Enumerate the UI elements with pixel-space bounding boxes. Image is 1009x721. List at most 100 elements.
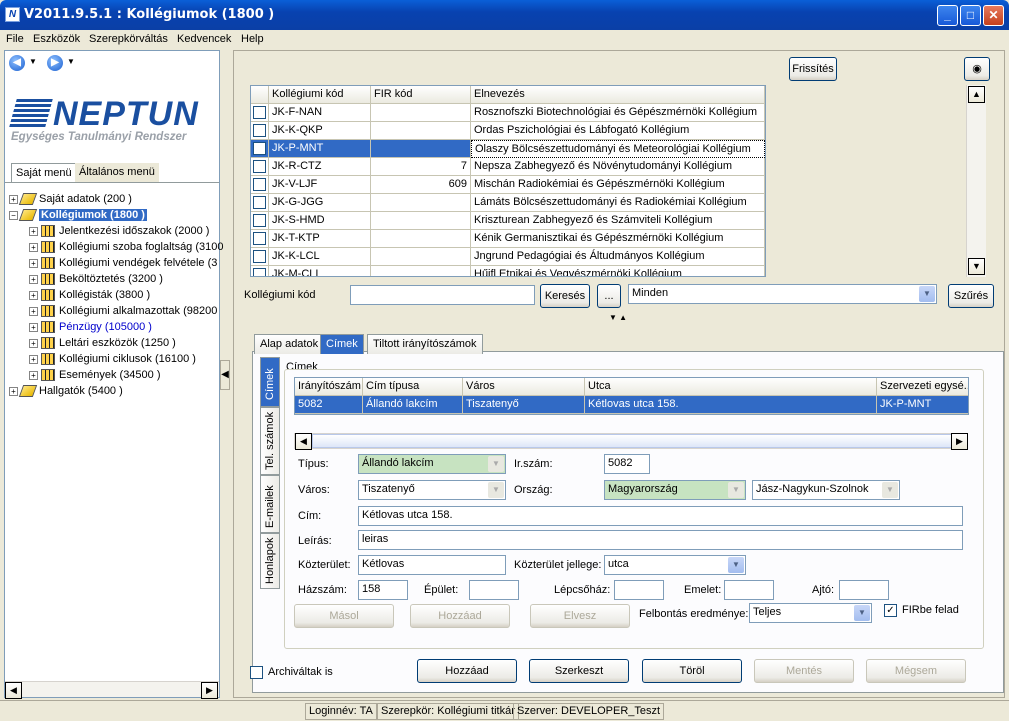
row-checkbox[interactable]: [253, 124, 266, 137]
table-cell[interactable]: Rosznofszki Biotechnológiai és Gépészmér…: [471, 104, 765, 122]
lepcsohaz-input[interactable]: [614, 580, 664, 600]
table-cell[interactable]: Hűjfl Etnikai és Vegyészmérnöki Kollégiu…: [471, 266, 765, 276]
close-button[interactable]: ✕: [983, 5, 1004, 26]
vtab-honlapok[interactable]: Honlapok: [260, 533, 280, 589]
table-cell[interactable]: [371, 212, 471, 230]
megye-select[interactable]: Jász-Nagykun-Szolnok ▼: [752, 480, 900, 500]
forward-dropdown-icon[interactable]: ▼: [67, 57, 75, 66]
elvesz-button[interactable]: Elvesz: [530, 604, 630, 628]
expand-icon[interactable]: +: [29, 322, 38, 332]
scroll-right-icon[interactable]: ▶: [201, 682, 218, 699]
tab-cimek[interactable]: Címek: [320, 334, 364, 354]
table-cell[interactable]: JK-S-HMD: [269, 212, 371, 230]
address-cell[interactable]: Állandó lakcím: [363, 396, 463, 414]
leiras-input[interactable]: leiras: [358, 530, 963, 550]
table-cell[interactable]: JK-K-QKP: [269, 122, 371, 140]
tree-node[interactable]: + Hallgatók (5400 ): [9, 385, 123, 398]
cim-input[interactable]: Kétlovas utca 158.: [358, 506, 963, 526]
address-cell[interactable]: 5082: [295, 396, 363, 414]
table-cell[interactable]: [371, 104, 471, 122]
chevron-down-icon[interactable]: ▼: [854, 605, 870, 621]
table-cell[interactable]: JK-M-CLI: [269, 266, 371, 276]
minimize-button[interactable]: _: [937, 5, 958, 26]
expand-icon[interactable]: +: [29, 258, 38, 268]
table-cell[interactable]: Lámáts Bölcsészettudományi és Radiokémia…: [471, 194, 765, 212]
row-checkbox[interactable]: [253, 214, 266, 227]
save-button[interactable]: Mentés: [754, 659, 854, 683]
tree-node[interactable]: + Kollégisták (3800 ): [29, 289, 150, 302]
chevron-down-icon[interactable]: ▼: [488, 456, 504, 472]
table-cell[interactable]: Jngrund Pedagógiai és Áltudmányos Kollég…: [471, 248, 765, 266]
forward-icon[interactable]: ▶: [47, 55, 63, 71]
refresh-button[interactable]: Frissítés: [789, 57, 837, 81]
tree-node[interactable]: + Kollégiumi alkalmazottak (98200: [29, 305, 217, 318]
column-header[interactable]: Kollégiumi kód: [269, 86, 371, 104]
table-cell[interactable]: Ordas Pszichológiai és Lábfogató Kollégi…: [471, 122, 765, 140]
address-column-header[interactable]: Város: [463, 378, 585, 396]
address-column-header[interactable]: Szervezeti egysé...: [877, 378, 968, 396]
grid-vscroll[interactable]: ▲ ▼: [966, 85, 986, 277]
archived-checkbox[interactable]: [250, 666, 263, 679]
row-checkbox[interactable]: [253, 196, 266, 209]
lookup-button[interactable]: ...: [597, 284, 621, 308]
vtab-tel-szamok[interactable]: Tel. számok: [260, 407, 280, 475]
chevron-down-icon[interactable]: ▼: [919, 286, 935, 302]
chevron-down-icon[interactable]: ▼: [728, 482, 744, 498]
tree-node[interactable]: + Pénzügy (105000 ): [29, 321, 152, 334]
scroll-right-icon[interactable]: ▶: [951, 433, 968, 450]
back-dropdown-icon[interactable]: ▼: [29, 57, 37, 66]
row-checkbox[interactable]: [253, 178, 266, 191]
epulet-input[interactable]: [469, 580, 519, 600]
tree-node[interactable]: + Kollégiumi szoba foglaltság (3100: [29, 241, 224, 254]
firbe-checkbox[interactable]: ✓: [884, 604, 897, 617]
kozterulet-input[interactable]: Kétlovas: [358, 555, 506, 575]
cancel-button[interactable]: Mégsem: [866, 659, 966, 683]
table-cell[interactable]: [371, 122, 471, 140]
column-header[interactable]: Elnevezés: [471, 86, 765, 104]
expand-icon[interactable]: +: [29, 306, 38, 316]
expand-icon[interactable]: +: [29, 338, 38, 348]
table-cell[interactable]: Mischán Radiokémiai és Gépészmérnöki Kol…: [471, 176, 765, 194]
table-cell[interactable]: JK-R-CTZ: [269, 158, 371, 176]
varos-select[interactable]: Tiszatenyő ▼: [358, 480, 506, 500]
scroll-thumb[interactable]: [312, 434, 952, 448]
scroll-left-icon[interactable]: ◀: [5, 682, 22, 699]
tab-sajat-menu[interactable]: Saját menü: [11, 163, 77, 183]
tree-hscroll[interactable]: ◀ ▶: [5, 681, 219, 699]
delete-button[interactable]: Töröl: [642, 659, 742, 683]
tree-node[interactable]: + Saját adatok (200 ): [9, 193, 132, 206]
masol-button[interactable]: Másol: [294, 604, 394, 628]
row-checkbox[interactable]: [253, 250, 266, 263]
table-cell[interactable]: JK-T-KTP: [269, 230, 371, 248]
edit-button[interactable]: Szerkeszt: [529, 659, 629, 683]
table-cell[interactable]: Olaszy Bölcsészettudományi és Meteorológ…: [471, 140, 765, 158]
hozzaad-address-button[interactable]: Hozzáad: [410, 604, 510, 628]
expand-icon[interactable]: +: [29, 290, 38, 300]
expand-icon[interactable]: +: [29, 226, 38, 236]
settings-icon[interactable]: ◉: [964, 57, 990, 81]
expand-icon[interactable]: +: [29, 242, 38, 252]
orszag-select[interactable]: Magyarország ▼: [604, 480, 746, 500]
tree-node[interactable]: + Események (34500 ): [29, 369, 161, 382]
table-cell[interactable]: JK-F-NAN: [269, 104, 371, 122]
scroll-down-icon[interactable]: ▼: [968, 258, 985, 275]
ajto-input[interactable]: [839, 580, 889, 600]
tab-tiltott-iranyitoszamok[interactable]: Tiltott irányítószámok: [367, 334, 483, 354]
search-input[interactable]: [350, 285, 535, 305]
row-checkbox[interactable]: [253, 268, 266, 276]
table-cell[interactable]: JK-V-LJF: [269, 176, 371, 194]
address-cell[interactable]: Kétlovas utca 158.: [585, 396, 877, 414]
back-icon[interactable]: ◀: [9, 55, 25, 71]
chevron-down-icon[interactable]: ▼: [488, 482, 504, 498]
vtab-cimek[interactable]: Címek: [260, 357, 280, 407]
table-cell[interactable]: JK-K-LCL: [269, 248, 371, 266]
hazszam-input[interactable]: 158: [358, 580, 408, 600]
tipus-select[interactable]: Állandó lakcím ▼: [358, 454, 506, 474]
add-button[interactable]: Hozzáad: [417, 659, 517, 683]
chevron-down-icon[interactable]: ▼: [728, 557, 744, 573]
menu-kedvencek[interactable]: Kedvencek: [177, 33, 231, 45]
address-cell[interactable]: Tiszatenyő: [463, 396, 585, 414]
tree-node[interactable]: + Jelentkezési időszakok (2000 ): [29, 225, 209, 238]
menu-help[interactable]: Help: [241, 33, 264, 45]
table-cell[interactable]: [371, 266, 471, 276]
